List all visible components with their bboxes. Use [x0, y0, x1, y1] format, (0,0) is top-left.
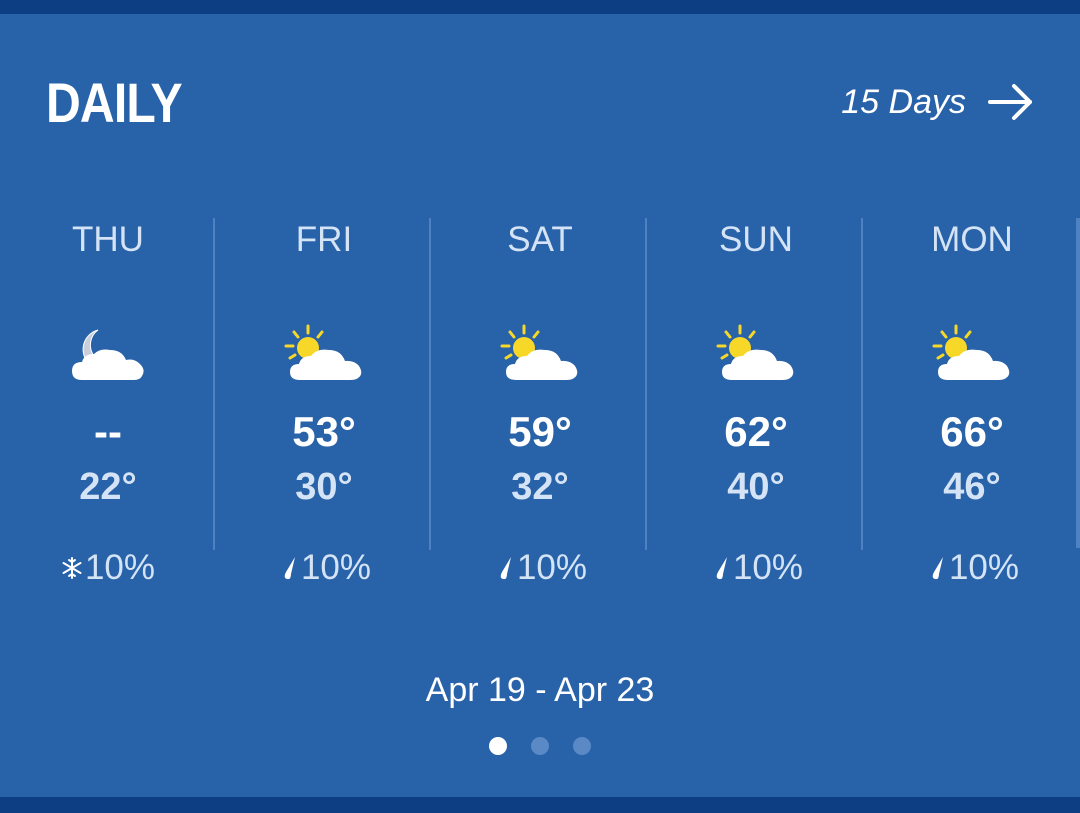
day-name: SUN: [719, 220, 793, 259]
day-name: FRI: [295, 220, 353, 259]
day-column-thu[interactable]: THU -- 22° 10%: [0, 218, 216, 598]
high-temp: 53°: [292, 408, 356, 455]
low-temp: 22°: [79, 466, 137, 508]
day-column-fri[interactable]: FRI 53° 30° 10%: [216, 218, 432, 598]
raindrop-icon: [925, 554, 947, 582]
top-band: [0, 0, 1080, 14]
raindrop-icon: [277, 554, 299, 582]
day-name: SAT: [507, 220, 573, 259]
column-divider: [213, 218, 215, 550]
day-column-sun[interactable]: SUN 62° 40° 10%: [648, 218, 864, 598]
fifteen-days-label: 15 Days: [841, 82, 966, 121]
partly-sunny-icon: [500, 324, 584, 384]
day-column-sat[interactable]: SAT 59° 32° 10%: [432, 218, 648, 598]
raindrop-icon: [709, 554, 731, 582]
precip-value: 10%: [516, 548, 588, 587]
precip-value: 10%: [732, 548, 804, 587]
daily-forecast-card: DAILY 15 Days THU -- 22° 10% FRI 53° 30°…: [0, 0, 1080, 813]
fifteen-days-link[interactable]: 15 Days: [841, 82, 1034, 122]
page-dot-2[interactable]: [531, 737, 549, 755]
section-title: DAILY: [46, 71, 183, 134]
raindrop-icon: [493, 554, 515, 582]
precip-value: 10%: [300, 548, 372, 587]
high-temp: 59°: [508, 408, 572, 455]
date-range: Apr 19 - Apr 23: [425, 671, 655, 709]
high-temp: 62°: [724, 408, 788, 455]
low-temp: 30°: [295, 466, 353, 508]
page-dot-1[interactable]: [489, 737, 507, 755]
high-temp: --: [94, 408, 122, 455]
partly-sunny-icon: [932, 324, 1016, 384]
precip-chance: 10%: [648, 548, 864, 588]
precip-chance: 10%: [0, 548, 216, 588]
day-name: THU: [72, 220, 144, 259]
precip-chance: 10%: [216, 548, 432, 588]
high-temp: 66°: [940, 408, 1004, 455]
column-divider: [861, 218, 863, 550]
low-temp: 40°: [727, 466, 785, 508]
next-column-edge: [1076, 218, 1080, 548]
precip-chance: 10%: [432, 548, 648, 588]
day-columns: THU -- 22° 10% FRI 53° 30° 10% SAT 59° 3…: [0, 218, 1080, 598]
day-name: MON: [931, 220, 1013, 259]
precip-value: 10%: [84, 548, 156, 587]
arrow-right-icon: [988, 82, 1034, 122]
low-temp: 32°: [511, 466, 569, 508]
partly-sunny-icon: [284, 324, 368, 384]
precip-value: 10%: [948, 548, 1020, 587]
day-column-mon[interactable]: MON 66° 46° 10%: [864, 218, 1080, 598]
column-divider: [645, 218, 647, 550]
partly-sunny-icon: [716, 324, 800, 384]
precip-chance: 10%: [864, 548, 1080, 588]
low-temp: 46°: [943, 466, 1001, 508]
page-dot-3[interactable]: [573, 737, 591, 755]
column-divider: [429, 218, 431, 550]
page-indicator: [0, 737, 1080, 755]
bottom-band: [0, 797, 1080, 813]
snowflake-icon: [61, 554, 83, 582]
night-moon-cloud-icon: [68, 324, 152, 384]
